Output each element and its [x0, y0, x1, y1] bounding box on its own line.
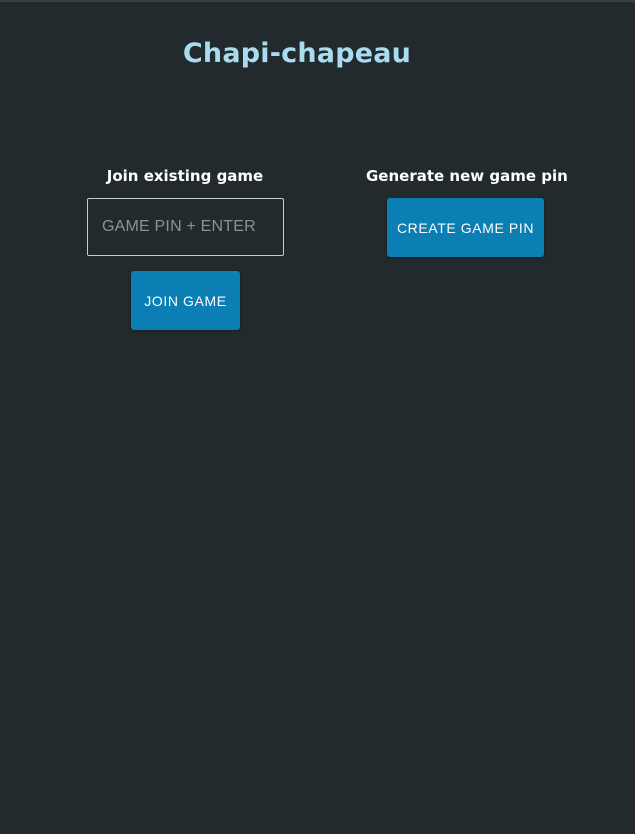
join-existing-game-heading: Join existing game — [106, 167, 264, 185]
create-game-pin-button[interactable]: CREATE GAME PIN — [387, 198, 544, 257]
join-game-button[interactable]: JOIN GAME — [131, 271, 240, 330]
generate-new-game-pin-heading: Generate new game pin — [366, 167, 568, 185]
app-title: Chapi-chapeau — [182, 38, 412, 69]
game-pin-input[interactable] — [87, 198, 284, 256]
top-border — [0, 0, 635, 2]
